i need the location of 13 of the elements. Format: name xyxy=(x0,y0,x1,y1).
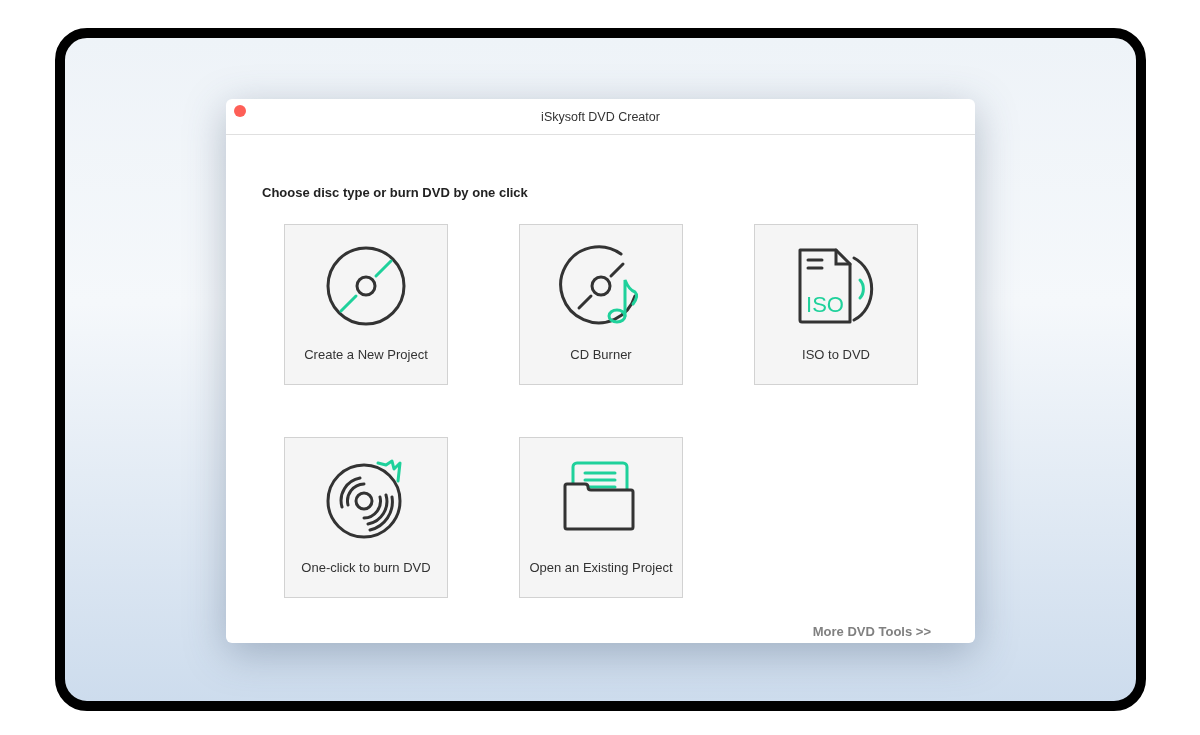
option-tile[interactable]: CD Burner xyxy=(519,224,683,385)
disc-icon xyxy=(852,256,874,322)
heading: Choose disc type or burn DVD by one click xyxy=(262,185,529,200)
option-tile[interactable]: Open an Existing Project xyxy=(519,437,683,598)
more-tools-link[interactable]: More DVD Tools >> xyxy=(812,624,931,639)
option-tile[interactable]: Create a New Project xyxy=(284,224,448,385)
disc-icon xyxy=(324,244,408,328)
iso-label: ISO xyxy=(806,292,844,317)
option-tile[interactable]: One-click to burn DVD xyxy=(284,437,448,598)
close-button[interactable] xyxy=(234,105,246,117)
window-title: iSkysoft DVD Creator xyxy=(541,109,660,124)
option-tile[interactable]: ISO ISO to DVD xyxy=(754,224,918,385)
file-icon xyxy=(798,248,852,324)
